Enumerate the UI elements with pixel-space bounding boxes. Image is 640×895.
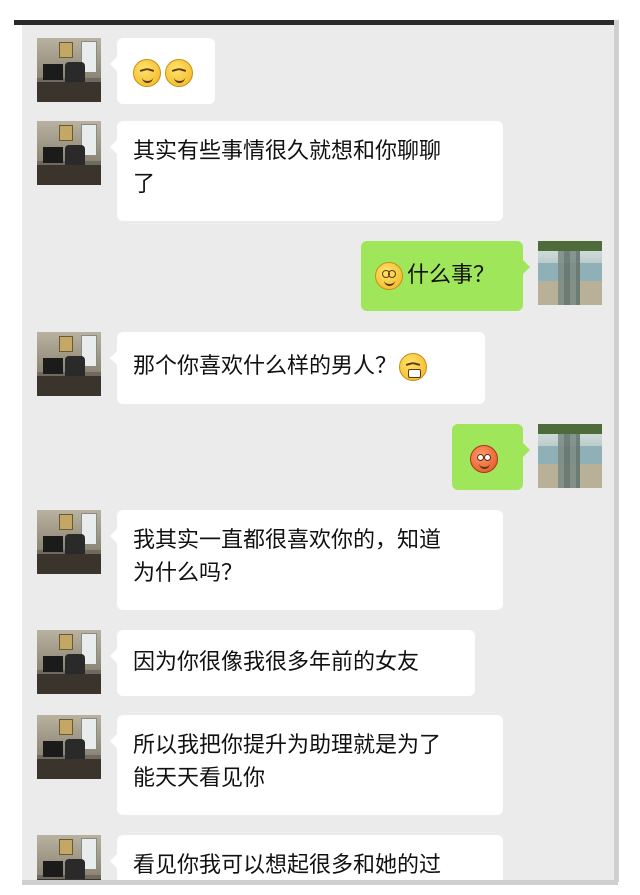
message-text: 什么事？ — [407, 263, 496, 288]
message-text: 能天天看见你 — [133, 766, 266, 791]
smirk-emoji-icon — [165, 59, 193, 87]
sender-avatar[interactable] — [37, 510, 101, 574]
message-bubble[interactable]: 看见你我可以想起很多和她的过 — [110, 835, 503, 880]
message-text: 那个你喜欢什么样的男人？ — [133, 354, 398, 379]
message-bubble[interactable]: 那个你喜欢什么样的男人？ — [110, 332, 485, 404]
message-row: 其实有些事情很久就想和你聊聊 了 — [22, 121, 614, 221]
dizzy-emoji-icon — [375, 262, 403, 290]
sender-avatar[interactable] — [37, 835, 101, 880]
message-row — [22, 38, 614, 104]
message-row: 那个你喜欢什么样的男人？ — [22, 332, 614, 404]
sender-avatar[interactable] — [37, 38, 101, 102]
blush-emoji-icon — [470, 445, 498, 473]
my-avatar[interactable] — [538, 424, 602, 488]
message-text: 其实有些事情很久就想和你聊聊 — [133, 139, 442, 164]
message-text: 看见你我可以想起很多和她的过 — [133, 853, 442, 878]
message-bubble[interactable] — [452, 424, 530, 490]
message-row — [22, 424, 614, 490]
sender-avatar[interactable] — [37, 332, 101, 396]
message-row: 什么事？ — [22, 241, 614, 311]
message-bubble[interactable]: 我其实一直都很喜欢你的，知道 为什么吗？ — [110, 510, 503, 610]
message-text: 了 — [133, 172, 156, 197]
message-bubble[interactable] — [110, 38, 215, 104]
sender-avatar[interactable] — [37, 121, 101, 185]
frame-bottom-shadow — [22, 880, 618, 885]
message-bubble[interactable]: 什么事？ — [361, 241, 530, 311]
chat-area[interactable]: 其实有些事情很久就想和你聊聊 了 什么事？ 那个你喜欢什么样的男人？ 我其实一直… — [22, 25, 614, 880]
message-row: 因为你很像我很多年前的女友 — [22, 630, 614, 696]
message-row: 所以我把你提升为助理就是为了 能天天看见你 — [22, 715, 614, 815]
message-bubble[interactable]: 所以我把你提升为助理就是为了 能天天看见你 — [110, 715, 503, 815]
sender-avatar[interactable] — [37, 715, 101, 779]
message-text: 所以我把你提升为助理就是为了 — [133, 733, 442, 758]
message-text: 为什么吗？ — [133, 561, 244, 586]
screenshot-frame: 其实有些事情很久就想和你聊聊 了 什么事？ 那个你喜欢什么样的男人？ 我其实一直… — [0, 0, 640, 895]
my-avatar[interactable] — [538, 241, 602, 305]
message-bubble[interactable]: 其实有些事情很久就想和你聊聊 了 — [110, 121, 503, 221]
message-bubble[interactable]: 因为你很像我很多年前的女友 — [110, 630, 475, 696]
grin-emoji-icon — [399, 353, 428, 381]
message-text: 我其实一直都很喜欢你的，知道 — [133, 528, 442, 553]
message-text: 因为你很像我很多年前的女友 — [133, 650, 420, 675]
frame-right-shadow — [614, 20, 619, 882]
message-row: 我其实一直都很喜欢你的，知道 为什么吗？ — [22, 510, 614, 610]
sender-avatar[interactable] — [37, 630, 101, 694]
smirk-emoji-icon — [133, 59, 161, 87]
message-row: 看见你我可以想起很多和她的过 — [22, 835, 614, 880]
